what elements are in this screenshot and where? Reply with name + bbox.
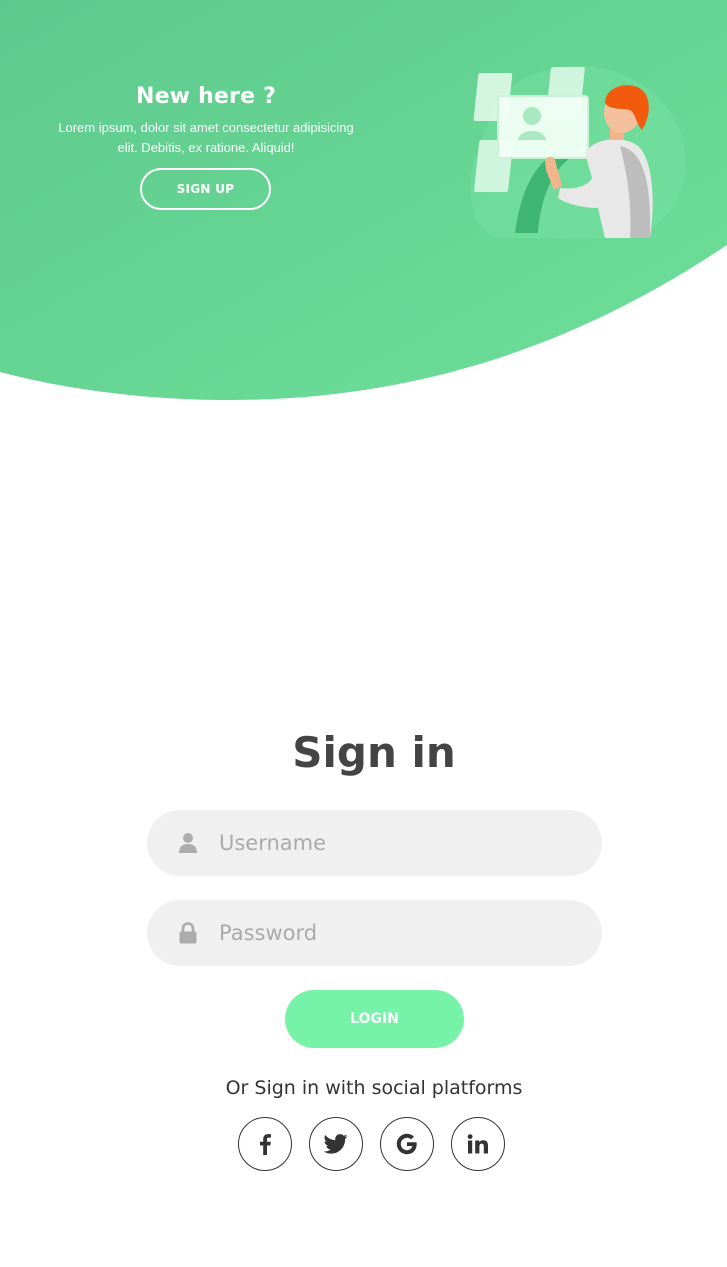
linkedin-glyph (467, 1134, 488, 1154)
social-media-links (238, 1117, 505, 1173)
facebook-icon[interactable] (238, 1117, 292, 1171)
sign-up-button[interactable]: SIGN UP (140, 168, 271, 210)
user-icon (179, 833, 197, 853)
social-sign-in-text: Or Sign in with social platforms (225, 1077, 523, 1099)
password-field (147, 900, 602, 966)
panel-content: New here ? Lorem ipsum, dolor sit amet c… (56, 82, 356, 158)
sign-in-title: Sign in (292, 728, 456, 777)
lock-icon (179, 922, 197, 944)
panel-description: Lorem ipsum, dolor sit amet consectetur … (58, 120, 354, 155)
facebook-glyph (260, 1134, 271, 1155)
google-glyph (396, 1133, 417, 1155)
person-touching-screen-illustration (470, 65, 686, 238)
username-input[interactable] (219, 810, 579, 876)
password-input[interactable] (219, 900, 579, 966)
twitter-icon[interactable] (309, 1117, 363, 1171)
login-page: New here ? Lorem ipsum, dolor sit amet c… (0, 0, 727, 1267)
google-icon[interactable] (380, 1117, 434, 1171)
linkedin-icon[interactable] (451, 1117, 505, 1171)
twitter-glyph (324, 1134, 348, 1154)
username-field (147, 810, 602, 876)
login-button[interactable]: LOGIN (285, 990, 464, 1048)
panel-title: New here ? (135, 84, 277, 109)
